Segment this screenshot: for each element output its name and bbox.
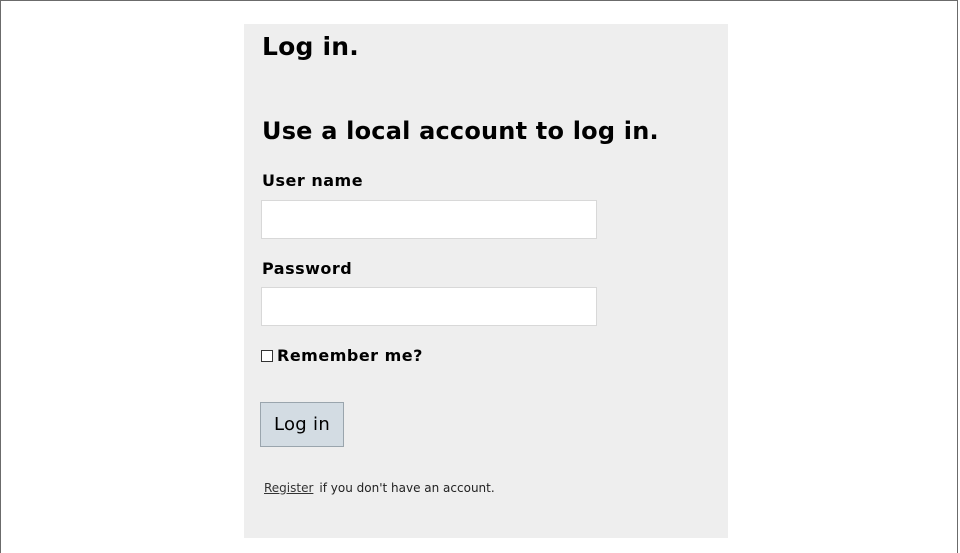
password-label: Password bbox=[262, 259, 353, 278]
password-input[interactable] bbox=[261, 287, 597, 326]
remember-me-checkbox[interactable] bbox=[261, 349, 273, 362]
login-panel: Log in. Use a local account to log in. U… bbox=[244, 24, 728, 538]
page-title: Log in. bbox=[262, 32, 359, 61]
remember-me-row[interactable]: Remember me? bbox=[261, 346, 423, 365]
section-title: Use a local account to log in. bbox=[262, 117, 659, 145]
log-in-button[interactable]: Log in bbox=[260, 402, 344, 447]
register-line: Register if you don't have an account. bbox=[264, 481, 495, 495]
remember-me-label: Remember me? bbox=[277, 346, 423, 365]
username-label: User name bbox=[262, 171, 364, 190]
username-input[interactable] bbox=[261, 200, 597, 239]
register-link[interactable]: Register bbox=[264, 481, 313, 495]
register-suffix-text: if you don't have an account. bbox=[319, 481, 495, 495]
